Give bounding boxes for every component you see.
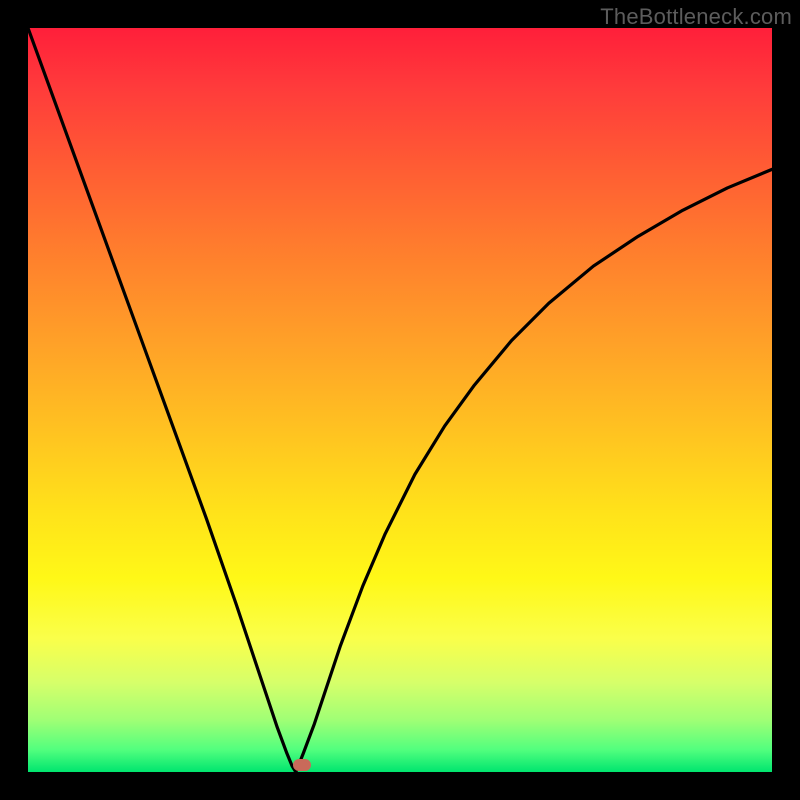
plot-area [28,28,772,772]
curve-left-branch [28,28,296,772]
minimum-marker [293,759,311,771]
curve-layer [28,28,772,772]
watermark-text: TheBottleneck.com [600,4,792,30]
chart-frame: TheBottleneck.com [0,0,800,800]
curve-right-branch [296,169,772,772]
